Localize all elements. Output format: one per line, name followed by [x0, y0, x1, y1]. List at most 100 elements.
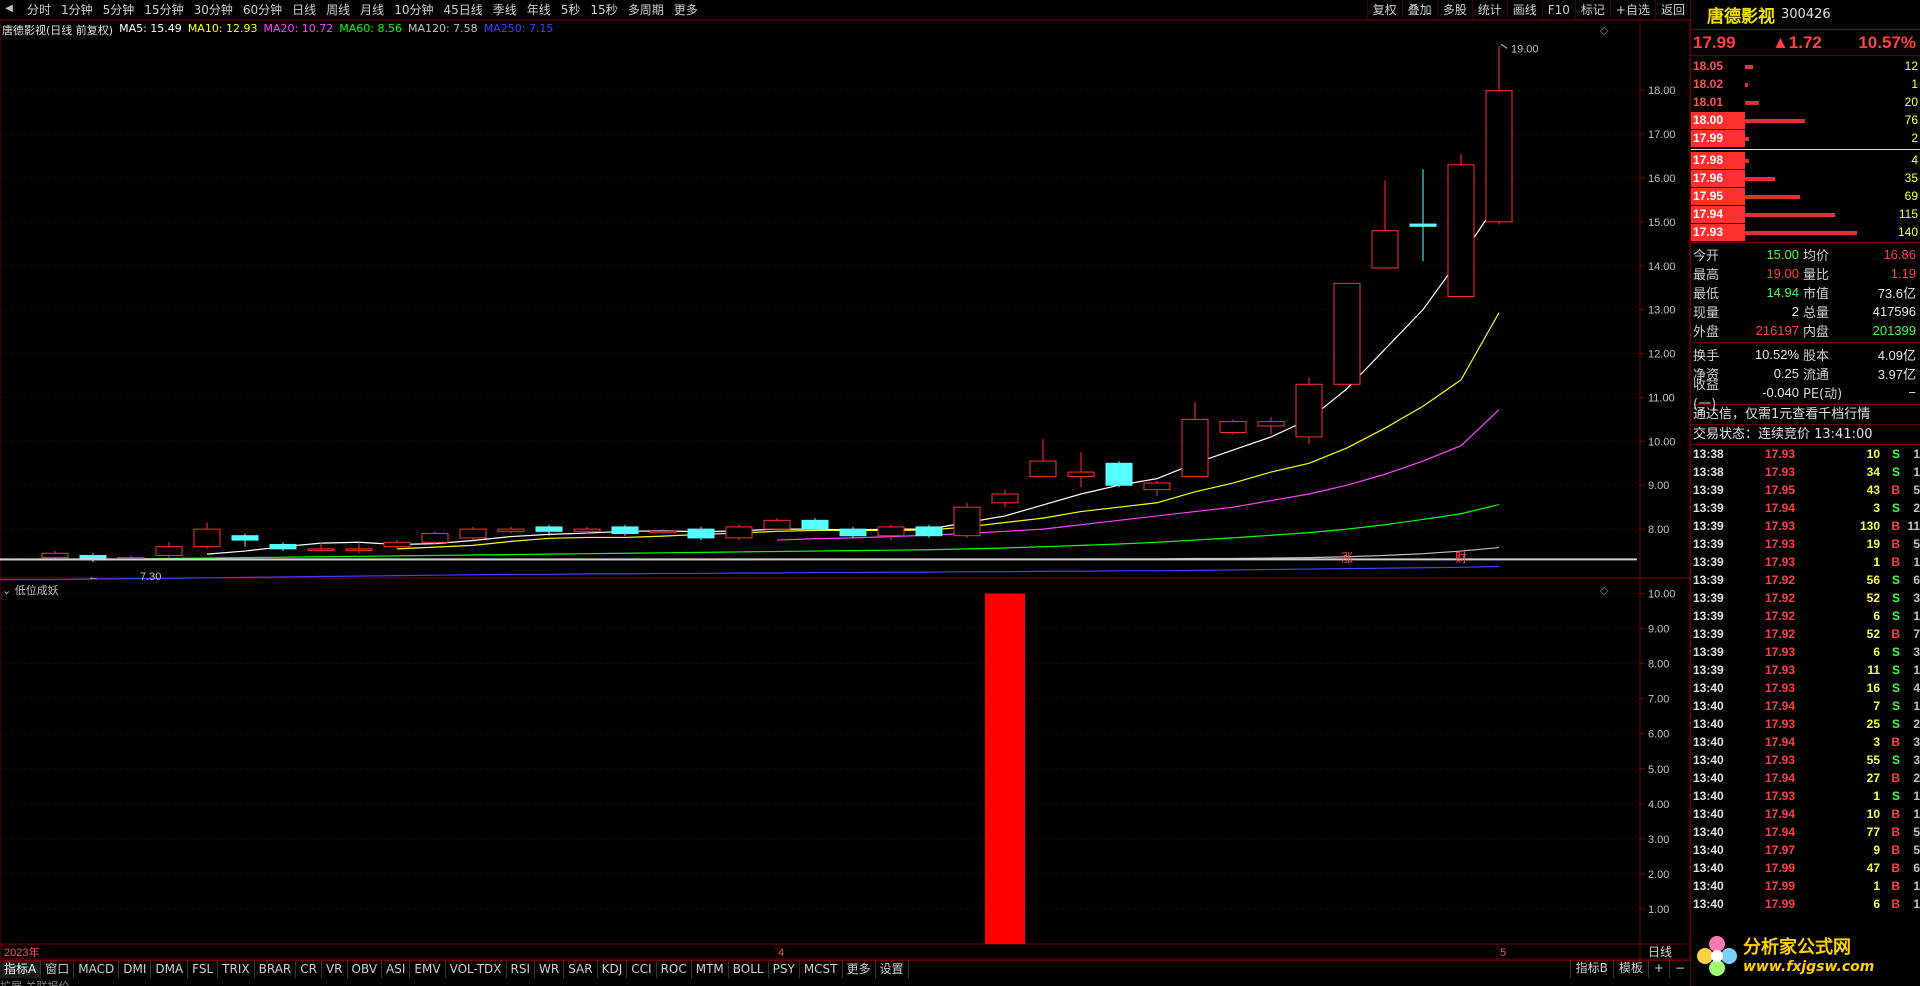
toolbar-button[interactable]: 标记 [1574, 0, 1610, 20]
candle-body[interactable] [497, 528, 525, 532]
indicator-tab[interactable]: 窗口 [41, 961, 75, 978]
indicator-tab[interactable]: SAR [564, 961, 598, 978]
candle-body[interactable] [877, 526, 905, 537]
kline-chart[interactable]: 18.00 17.00 16.00 15.00 14.00 13.00 12.00 11.00… [0, 20, 1690, 960]
indicator-tab[interactable]: ROC [657, 961, 692, 978]
candle-body[interactable] [155, 546, 183, 556]
book-row[interactable]: 18.05 12 [1691, 58, 1920, 76]
candle-body[interactable] [649, 530, 677, 534]
tick-list[interactable]: 13:38 17.93 10 S 1 13:38 17.93 34 S 1 13:39 17.95 43… [1691, 445, 1920, 913]
book-row[interactable]: 17.93 140 [1691, 224, 1920, 242]
candle-body[interactable] [801, 519, 829, 530]
book-row[interactable]: 17.95 69 [1691, 188, 1920, 206]
indicator-tab[interactable]: RSI [507, 961, 536, 978]
toolbar-button[interactable]: 画线 [1506, 0, 1542, 20]
book-row[interactable]: 18.01 20 [1691, 94, 1920, 112]
period-tab[interactable]: 周线 [321, 0, 355, 20]
candle-body[interactable] [1409, 223, 1437, 227]
candle-body[interactable] [991, 493, 1019, 504]
event-marker[interactable]: 财 [1455, 551, 1467, 565]
indicator-tab[interactable]: BRAR [255, 961, 297, 978]
period-tab[interactable]: 5秒 [556, 0, 586, 20]
indicator-tab[interactable]: EMV [410, 961, 446, 978]
candle-body[interactable] [459, 528, 487, 539]
indicator-tab[interactable]: TRIX [218, 961, 255, 978]
indicator-tab[interactable]: BOLL [729, 961, 769, 978]
sub-indicator-legend[interactable]: ⌄ 低位成妖 [2, 582, 59, 598]
book-row[interactable]: 17.98 4 [1691, 152, 1920, 170]
period-tab[interactable]: 更多 [669, 0, 703, 20]
indicator-tab[interactable]: FSL [188, 961, 219, 978]
indicator-tab[interactable]: 指标A [0, 961, 42, 978]
indicator-tab[interactable]: VOL-TDX [446, 961, 507, 978]
candle-body[interactable] [1029, 460, 1057, 477]
indicator-tab[interactable]: MTM [692, 961, 729, 978]
candle-body[interactable] [193, 528, 221, 548]
indicator-tab[interactable]: MACD [74, 961, 120, 978]
indicator-right-tab[interactable]: − [1668, 960, 1690, 978]
candle-body[interactable] [1371, 230, 1399, 269]
indicator-tab[interactable]: VR [322, 961, 348, 978]
promo-notice[interactable]: 通达信，仅需1元查看千档行情 [1691, 405, 1920, 425]
event-marker[interactable]: 涨 [1341, 550, 1353, 565]
candle-body[interactable] [421, 533, 449, 543]
candle-body[interactable] [687, 528, 715, 539]
indicator-tab[interactable]: CR [296, 961, 322, 978]
candle-body[interactable] [839, 528, 867, 537]
indicator-tab[interactable]: 更多 [843, 961, 876, 978]
indicator-tab[interactable]: MCST [800, 961, 843, 978]
book-row[interactable]: 18.02 1 [1691, 76, 1920, 94]
candle-body[interactable] [1105, 462, 1133, 486]
candle-body[interactable] [307, 548, 335, 551]
candle-body[interactable] [953, 506, 981, 537]
indicator-tab[interactable]: DMI [119, 961, 152, 978]
period-tab[interactable]: 45日线 [438, 0, 487, 20]
period-tab[interactable]: 15分钟 [139, 0, 188, 20]
candle-body[interactable] [535, 526, 563, 532]
candle-body[interactable] [1295, 383, 1323, 438]
candle-body[interactable] [573, 528, 601, 532]
toolbar-button[interactable]: +自选 [1609, 0, 1655, 20]
chart-area[interactable]: 18.00 17.00 16.00 15.00 14.00 13.00 12.00 11.00… [0, 20, 1690, 960]
toolbar-button[interactable]: 多股 [1436, 0, 1472, 20]
candle-body[interactable] [41, 552, 69, 559]
period-tab[interactable]: 月线 [355, 0, 389, 20]
toolbar-button[interactable]: 返回 [1654, 0, 1690, 20]
diamond-icon[interactable]: ◇ [1600, 584, 1609, 597]
candle-body[interactable] [1067, 471, 1095, 477]
book-row[interactable]: 18.00 76 [1691, 112, 1920, 130]
period-tab[interactable]: 1分钟 [56, 0, 98, 20]
candle-body[interactable] [725, 526, 753, 539]
book-row[interactable]: 17.99 2 [1691, 130, 1920, 148]
candle-body[interactable] [1219, 421, 1247, 434]
indicator-tab[interactable]: PSY [769, 961, 800, 978]
book-row[interactable]: 17.96 35 [1691, 170, 1920, 188]
candle-body[interactable] [231, 535, 259, 541]
back-arrow-icon[interactable]: ◀ [2, 2, 16, 16]
candle-body[interactable] [611, 526, 639, 534]
candle-body[interactable] [915, 526, 943, 537]
candle-body[interactable] [345, 548, 373, 551]
candle-body[interactable] [763, 519, 791, 530]
indicator-tab[interactable]: KDJ [598, 961, 628, 978]
indicator-tab[interactable]: ASI [382, 961, 411, 978]
candle-body[interactable] [269, 543, 297, 550]
period-tab[interactable]: 60分钟 [238, 0, 287, 20]
candle-body[interactable] [1181, 418, 1209, 477]
period-tab[interactable]: 5分钟 [98, 0, 140, 20]
toolbar-button[interactable]: F10 [1541, 0, 1575, 20]
candle-body[interactable] [1143, 482, 1171, 491]
indicator-right-tab[interactable]: 指标B [1569, 960, 1613, 978]
period-tab[interactable]: 日线 [287, 0, 321, 20]
period-tab[interactable]: 季线 [488, 0, 522, 20]
candle-body[interactable] [1447, 164, 1475, 297]
indicator-tab[interactable]: OBV [348, 961, 383, 978]
dropdown-icon[interactable]: ⌄ [2, 584, 15, 597]
toolbar-button[interactable]: 统计 [1471, 0, 1507, 20]
indicator-tab[interactable]: DMA [151, 961, 189, 978]
indicator-right-tab[interactable]: + [1647, 960, 1669, 978]
indicator-tab[interactable]: CCI [627, 961, 657, 978]
indicator-tab[interactable]: 设置 [876, 961, 909, 978]
toolbar-button[interactable]: 复权 [1366, 0, 1402, 20]
signal-bar[interactable] [985, 593, 1025, 944]
